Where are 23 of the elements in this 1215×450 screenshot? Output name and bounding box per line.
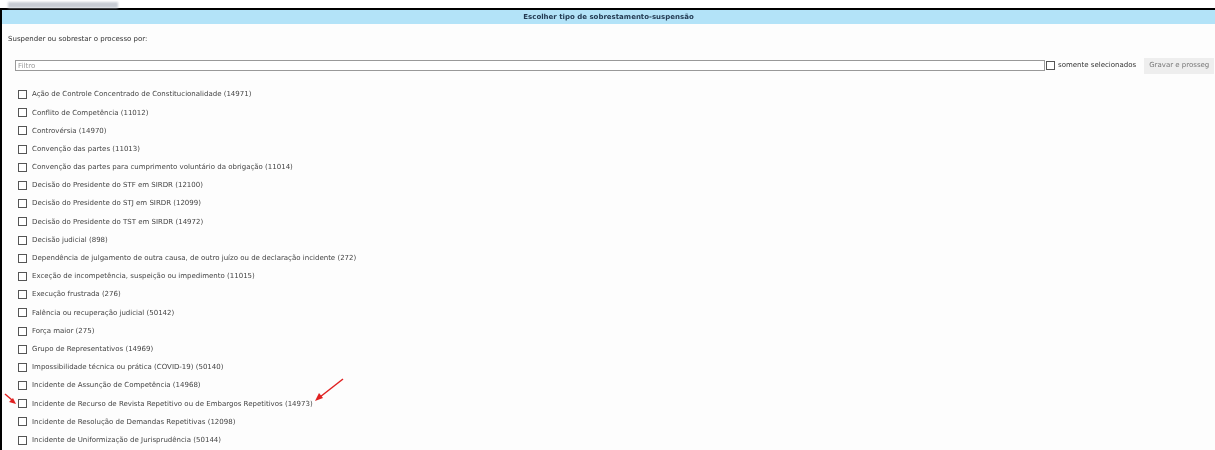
checkbox[interactable] xyxy=(18,235,27,245)
checkbox[interactable] xyxy=(18,326,27,336)
checkbox[interactable] xyxy=(18,362,27,372)
checkbox[interactable] xyxy=(18,435,27,445)
checkbox[interactable] xyxy=(18,253,27,263)
checkbox[interactable] xyxy=(18,271,27,281)
checkbox[interactable] xyxy=(18,217,27,227)
checkbox[interactable] xyxy=(18,90,27,100)
checkbox[interactable] xyxy=(1046,61,1055,70)
checkbox[interactable] xyxy=(18,199,27,209)
checkbox[interactable] xyxy=(18,162,27,172)
checkbox[interactable] xyxy=(18,344,27,354)
checkbox[interactable] xyxy=(18,399,27,409)
checkbox[interactable] xyxy=(18,144,27,154)
checkbox[interactable] xyxy=(18,381,27,391)
arrow-icon xyxy=(4,393,16,404)
arrow-icon xyxy=(314,378,344,402)
checkbox[interactable] xyxy=(18,126,27,136)
checkbox[interactable] xyxy=(18,290,27,300)
checkbox[interactable] xyxy=(18,108,27,118)
checkbox[interactable] xyxy=(18,181,27,191)
checkbox[interactable] xyxy=(18,417,27,427)
checkbox[interactable] xyxy=(18,308,27,318)
